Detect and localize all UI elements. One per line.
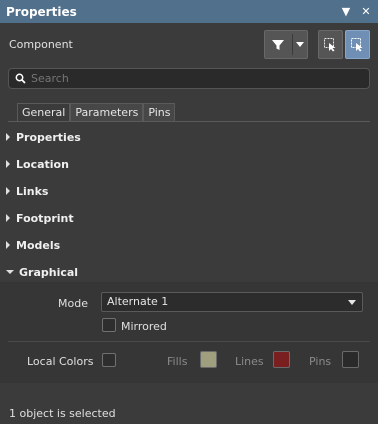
collapse-triangle-icon [6, 270, 14, 274]
lines-color-swatch[interactable] [273, 351, 290, 368]
lines-label: Lines [235, 355, 264, 368]
section-location[interactable]: Location [6, 155, 69, 173]
mode-label: Mode [58, 297, 88, 310]
section-label: Footprint [16, 211, 74, 225]
expand-triangle-icon [6, 187, 10, 195]
select-cursor-button[interactable] [345, 30, 370, 59]
expand-triangle-icon [6, 214, 10, 222]
tab-bar: General Parameters Pins [17, 103, 176, 122]
select-arrow-icon [351, 38, 363, 52]
panel-titlebar: Properties ▼ ✕ [0, 0, 378, 23]
section-links[interactable]: Links [6, 182, 48, 200]
status-text: 1 object is selected [9, 407, 116, 420]
section-properties[interactable]: Properties [6, 128, 81, 146]
divider [8, 341, 370, 342]
tab-parameters[interactable]: Parameters [70, 103, 144, 122]
section-label: Graphical [19, 265, 79, 279]
local-colors-label: Local Colors [27, 355, 94, 368]
section-label: Models [16, 238, 61, 252]
fills-color-swatch[interactable] [200, 351, 217, 368]
filter-divider [292, 34, 293, 55]
filter-dropdown-arrow-icon[interactable] [296, 42, 304, 47]
expand-triangle-icon [6, 133, 10, 141]
select-cursor-icon [324, 38, 336, 52]
component-label: Component [9, 38, 73, 51]
mirrored-checkbox[interactable] [102, 318, 116, 332]
mode-select-value: Alternate 1 [107, 295, 169, 308]
section-models[interactable]: Models [6, 236, 60, 254]
local-colors-checkbox[interactable] [102, 353, 116, 367]
panel-title: Properties [6, 4, 77, 19]
expand-triangle-icon [6, 241, 10, 249]
search-icon [9, 69, 31, 88]
search-input[interactable] [31, 72, 351, 85]
pins-label: Pins [309, 355, 332, 368]
section-label: Properties [16, 130, 81, 144]
section-footprint[interactable]: Footprint [6, 209, 74, 227]
mirrored-label: Mirrored [121, 320, 167, 333]
tab-pins[interactable]: Pins [143, 103, 176, 122]
filter-icon [272, 40, 284, 50]
search-box[interactable] [8, 68, 370, 89]
tab-general[interactable]: General [17, 103, 71, 122]
pins-color-swatch[interactable] [342, 351, 359, 368]
component-row: Component [0, 30, 378, 60]
expand-triangle-icon [6, 160, 10, 168]
filter-button[interactable] [264, 30, 308, 59]
section-graphical[interactable]: Graphical [6, 263, 78, 281]
tabs-baseline [8, 121, 370, 122]
section-label: Location [16, 157, 69, 171]
fills-label: Fills [167, 355, 188, 368]
dropdown-arrow-icon[interactable]: ▼ [338, 4, 354, 20]
close-icon[interactable]: ✕ [358, 4, 374, 20]
mode-select[interactable]: Alternate 1 [101, 292, 363, 312]
select-mode-button[interactable] [318, 30, 343, 59]
section-label: Links [16, 184, 49, 198]
chevron-down-icon [348, 300, 356, 305]
